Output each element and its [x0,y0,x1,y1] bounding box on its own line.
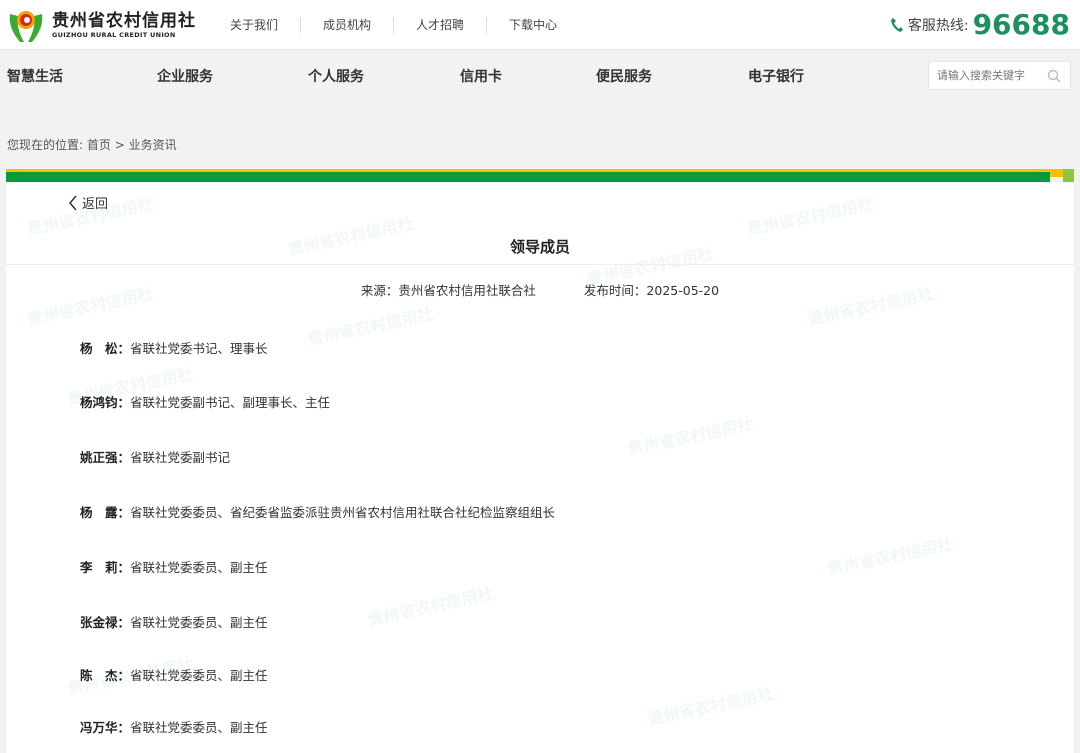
nav-credit-card[interactable]: 信用卡 [460,66,502,86]
breadcrumb-prefix: 您现在的位置: [7,138,84,152]
phone-icon [890,17,903,32]
leader-item: 姚正强：省联社党委副书记 [80,447,230,466]
leader-name: 张金禄： [80,615,131,630]
breadcrumb-home[interactable]: 首页 [87,138,111,152]
hotline: 客服热线: 96688 [890,8,1070,41]
leader-name: 陈 杰： [80,668,131,683]
leader-name: 杨 松： [80,341,131,356]
logo[interactable]: 贵州省农村信用社 GUIZHOU RURAL CREDIT UNION [6,6,196,44]
leader-name: 杨 露： [80,505,131,520]
leader-name: 杨鸿钧： [80,395,131,410]
search-icon[interactable] [1047,69,1061,83]
breadcrumb-current[interactable]: 业务资讯 [129,138,177,152]
divider [6,264,1074,265]
link-members[interactable]: 成员机构 [301,17,395,33]
leader-role: 省联社党委委员、副主任 [130,615,268,630]
leader-name: 姚正强： [80,450,131,465]
search-input[interactable] [937,69,1047,82]
logo-en-text: GUIZHOU RURAL CREDIT UNION [52,31,176,39]
back-button[interactable]: 返回 [68,193,108,212]
nav-smart-life[interactable]: 智慧生活 [7,66,63,86]
logo-cn-text: 贵州省农村信用社 [52,11,196,31]
leader-item: 李 莉：省联社党委委员、副主任 [80,557,268,576]
article-meta: 来源：贵州省农村信用社联合社 发布时间：2025-05-20 [6,280,1074,299]
leader-item: 张金禄：省联社党委委员、副主任 [80,612,268,631]
leader-role: 省联社党委委员、副主任 [130,668,268,683]
article-date: 发布时间：2025-05-20 [583,283,720,298]
leader-role: 省联社党委委员、副主任 [130,720,268,735]
main-nav: 智慧生活 企业服务 个人服务 信用卡 便民服务 电子银行 [0,50,1080,102]
leader-item: 杨 露：省联社党委委员、省纪委省监委派驻贵州省农村信用社联合社纪检监察组组长 [80,502,555,521]
hotline-number: 96688 [972,8,1070,41]
leader-role: 省联社党委委员、副主任 [130,560,268,575]
search-box [928,61,1071,90]
link-downloads[interactable]: 下载中心 [487,17,579,33]
article: 贵州省农村信用社 贵州省农村信用社 贵州省农村信用社 贵州省农村信用社 贵州省农… [6,183,1074,753]
nav-personal[interactable]: 个人服务 [308,66,364,86]
leader-role: 省联社党委委员、省纪委省监委派驻贵州省农村信用社联合社纪检监察组组长 [130,505,556,520]
top-links: 关于我们 成员机构 人才招聘 下载中心 [208,17,579,33]
breadcrumb-separator: > [114,138,125,152]
link-about[interactable]: 关于我们 [208,17,302,33]
leader-role: 省联社党委副书记、副理事长、主任 [130,395,331,410]
breadcrumb: 您现在的位置: 首页 > 业务资讯 [7,136,177,153]
leader-name: 李 莉： [80,560,131,575]
leader-item: 杨鸿钧：省联社党委副书记、副理事长、主任 [80,392,330,411]
link-careers[interactable]: 人才招聘 [394,17,488,33]
article-title: 领导成员 [509,238,570,256]
leader-item: 陈 杰：省联社党委委员、副主任 [80,665,268,684]
leader-role: 省联社党委书记、理事长 [130,341,268,356]
top-header: 贵州省农村信用社 GUIZHOU RURAL CREDIT UNION 关于我们… [0,0,1080,50]
article-source: 来源：贵州省农村信用社联合社 [360,283,536,298]
leader-role: 省联社党委副书记 [130,450,231,465]
chevron-left-icon [69,195,77,210]
leader-item: 冯万华：省联社党委委员、副主任 [80,717,268,736]
nav-enterprise[interactable]: 企业服务 [157,66,213,86]
back-label: 返回 [82,197,109,212]
hotline-label: 客服热线: [907,17,969,34]
decorative-bars [6,169,1074,183]
leader-item: 杨 松：省联社党委书记、理事长 [80,338,268,357]
leader-name: 冯万华： [80,720,131,735]
logo-icon [9,11,43,42]
nav-ebank[interactable]: 电子银行 [748,66,804,86]
nav-convenience[interactable]: 便民服务 [596,66,652,86]
